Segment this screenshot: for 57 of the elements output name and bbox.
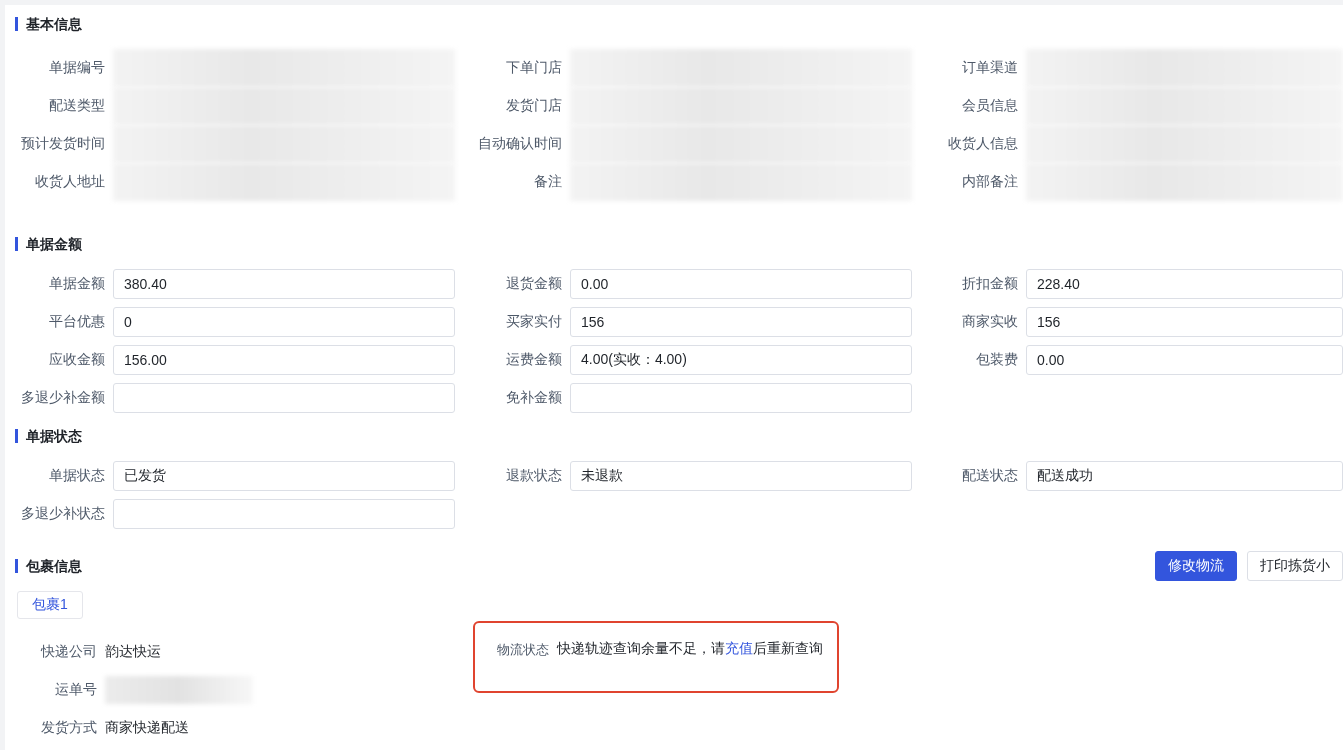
input-field[interactable]: 156.00: [113, 345, 455, 375]
package-tab[interactable]: 包裹1: [17, 591, 83, 619]
input-field[interactable]: 4.00(实收：4.00): [570, 345, 912, 375]
recharge-link[interactable]: 充值: [725, 640, 753, 656]
detail-value: 商家快递配送: [105, 718, 190, 737]
field-label: 订单渠道: [961, 58, 1018, 77]
detail-label: 运单号: [54, 680, 97, 699]
detail-label: 快递公司: [39, 642, 97, 661]
field-label: 折扣金额: [961, 274, 1018, 293]
input-field[interactable]: [113, 499, 455, 529]
input-field[interactable]: 0: [113, 307, 455, 337]
input-field[interactable]: 未退款: [570, 461, 912, 491]
field-label: 内部备注: [961, 172, 1018, 191]
field-label: 商家实收: [961, 312, 1018, 331]
section-title: 单据状态: [15, 429, 82, 443]
field-label: 运费金额: [505, 350, 562, 369]
field-label: 备注: [533, 172, 562, 191]
field-label: 会员信息: [961, 96, 1018, 115]
print-button[interactable]: 打印拣货小: [1247, 551, 1343, 581]
input-field[interactable]: 0.00: [1026, 345, 1343, 375]
field-label: 单据编号: [48, 58, 105, 77]
field-label: 单据金额: [48, 274, 105, 293]
field-label: 自动确认时间: [477, 134, 562, 153]
input-field[interactable]: [570, 383, 912, 413]
edit-button[interactable]: 修改物流: [1155, 551, 1237, 581]
field-label: 多退少补金额: [20, 388, 105, 407]
field-label: 发货门店: [505, 96, 562, 115]
section-title: 基本信息: [15, 17, 82, 31]
detail-label: 发货方式: [40, 718, 97, 737]
input-field[interactable]: 0.00: [570, 269, 912, 299]
field-label: 买家实付: [505, 312, 562, 331]
input-field[interactable]: 配送成功: [1026, 461, 1343, 491]
field-label: 免补金额: [505, 388, 562, 407]
input-field[interactable]: 156: [570, 307, 912, 337]
detail-value: 韵达快运: [105, 642, 162, 661]
field-label: 退货金额: [505, 274, 562, 293]
field-label: 平台优惠: [48, 312, 105, 331]
field-label: 收货人地址: [34, 172, 105, 191]
input-field[interactable]: 228.40: [1026, 269, 1343, 299]
logistics-message: 快递轨迹查询余量不足，请充值后重新查询: [557, 639, 824, 658]
logistics-label: 物流状态: [497, 641, 549, 659]
input-field[interactable]: 156: [1026, 307, 1343, 337]
input-field[interactable]: [113, 383, 455, 413]
field-label: 退款状态: [505, 466, 562, 485]
field-label: 单据状态: [48, 466, 105, 485]
field-label: 收货人信息: [947, 134, 1018, 153]
field-label: 包装费: [975, 350, 1018, 369]
input-field[interactable]: 已发货: [113, 461, 455, 491]
field-label: 多退少补状态: [20, 504, 105, 523]
input-field[interactable]: 380.40: [113, 269, 455, 299]
field-label: 应收金额: [48, 350, 105, 369]
section-title: 包裹信息: [15, 559, 82, 573]
field-label: 预计发货时间: [20, 134, 105, 153]
field-label: 下单门店: [505, 58, 562, 77]
field-label: 配送状态: [961, 466, 1018, 485]
section-title: 单据金额: [15, 237, 82, 251]
field-label: 配送类型: [48, 96, 105, 115]
